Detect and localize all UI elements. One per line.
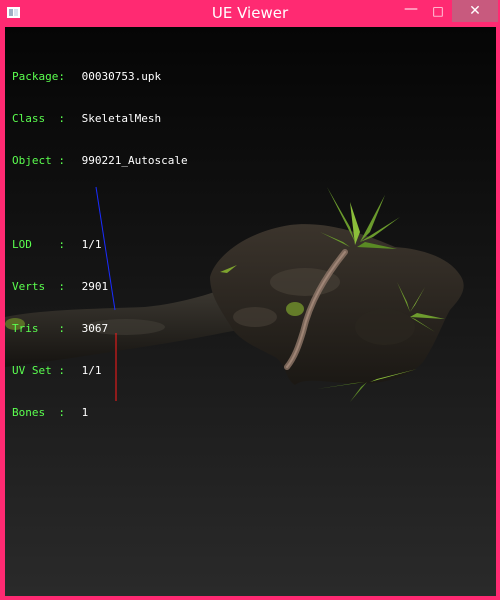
info-row-uvset: UV Set : 1/1 bbox=[12, 364, 102, 377]
info-row-verts: Verts : 2901 bbox=[12, 280, 109, 293]
info-row-class: Class : SkeletalMesh bbox=[12, 112, 162, 125]
info-row-bones: Bones : 1 bbox=[12, 406, 89, 419]
minimize-button[interactable]: — bbox=[394, 0, 428, 22]
info-row-package: Package: 00030753.upk bbox=[12, 70, 162, 83]
3d-viewport[interactable]: Package: 00030753.upk Class : SkeletalMe… bbox=[5, 27, 496, 596]
info-row-object: Object : 990221_Autoscale bbox=[12, 154, 188, 167]
info-row-lod: LOD : 1/1 bbox=[12, 238, 102, 251]
mesh-rock bbox=[210, 224, 464, 385]
info-row-tris: Tris : 3067 bbox=[12, 322, 109, 335]
app-window: UE Viewer — □ ✕ Package: 00030753.upk Cl… bbox=[0, 0, 500, 600]
close-button[interactable]: ✕ bbox=[452, 0, 498, 22]
maximize-button[interactable]: □ bbox=[424, 0, 452, 22]
title-bar[interactable]: UE Viewer — □ ✕ bbox=[0, 0, 500, 27]
mesh-info-panel: Package: 00030753.upk Class : SkeletalMe… bbox=[12, 42, 188, 448]
